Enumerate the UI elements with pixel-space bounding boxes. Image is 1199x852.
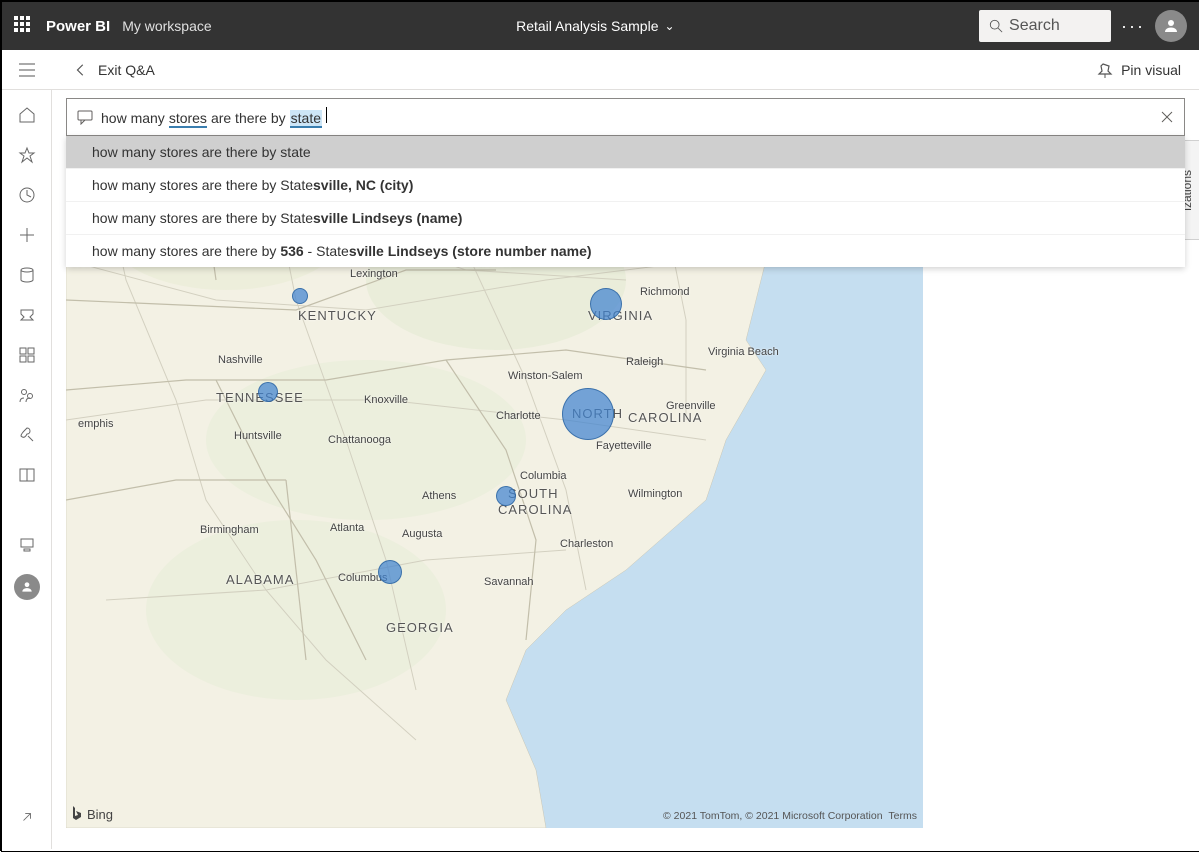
chevron-left-icon [74,63,88,77]
state-label: KENTUCKY [298,308,377,323]
qa-suggestion[interactable]: how many stores are there by Statesville… [66,201,1185,234]
city-label: Columbia [520,470,566,482]
data-bubble[interactable] [258,382,278,402]
action-bar: Exit Q&A Pin visual [2,50,1199,90]
clear-input-icon[interactable] [1160,110,1174,124]
city-label: Nashville [218,354,263,366]
apps-icon[interactable] [16,344,38,366]
more-options-icon[interactable]: ··· [1121,17,1145,35]
user-avatar[interactable] [1155,10,1187,42]
home-icon[interactable] [16,104,38,126]
report-title-switcher[interactable]: Retail Analysis Sample ⌄ [516,18,674,34]
qa-input-container: how many stores are there by state how m… [66,98,1185,267]
learn-icon[interactable] [16,464,38,486]
qa-suggestions-dropdown: how many stores are there by state how m… [66,136,1185,267]
global-search-input[interactable]: Search [979,10,1111,42]
search-icon [989,19,1003,33]
city-label: emphis [78,418,113,430]
favorites-icon[interactable] [16,144,38,166]
city-label: Atlanta [330,522,364,534]
pin-visual-label: Pin visual [1121,62,1181,78]
pin-icon [1097,62,1113,78]
city-label: Chattanooga [328,434,391,446]
search-placeholder: Search [1009,17,1060,35]
report-title: Retail Analysis Sample [516,18,658,34]
city-label: Wilmington [628,488,682,500]
city-label: Lexington [350,268,398,280]
brand-label: Power BI [46,18,110,35]
city-label: Fayetteville [596,440,652,452]
my-workspace-icon[interactable] [14,574,40,600]
city-label: Knoxville [364,394,408,406]
qa-text-stores: stores [169,110,207,128]
city-label: Athens [422,490,456,502]
city-label: Raleigh [626,356,663,368]
left-nav-rail [2,90,52,849]
exit-qa-button[interactable]: Exit Q&A [74,62,155,78]
city-label: Huntsville [234,430,282,442]
state-label: CAROLINA [628,410,702,425]
qa-text-state: state [290,110,322,128]
chevron-down-icon: ⌄ [665,19,675,33]
city-label: Virginia Beach [708,346,779,358]
workspaces-icon[interactable] [16,534,38,556]
city-label: Richmond [640,286,690,298]
nav-toggle-icon[interactable] [2,50,52,90]
qa-text-prefix: how many [101,110,165,126]
city-label: Charleston [560,538,613,550]
map-attribution: © 2021 TomTom, © 2021 Microsoft Corporat… [663,810,917,822]
recent-icon[interactable] [16,184,38,206]
city-label: Augusta [402,528,442,540]
deployment-icon[interactable] [16,424,38,446]
exit-qa-label: Exit Q&A [98,62,155,78]
chat-icon [77,109,93,125]
global-header: Power BI My workspace Retail Analysis Sa… [2,2,1199,50]
terms-link[interactable]: Terms [888,810,917,822]
qa-text-mid: are there by [211,110,286,126]
create-icon[interactable] [16,224,38,246]
qa-suggestion[interactable]: how many stores are there by Statesville… [66,168,1185,201]
app-launcher-icon[interactable] [14,16,34,36]
data-bubble[interactable] [496,486,516,506]
data-bubble[interactable] [562,388,614,440]
data-bubble[interactable] [292,288,308,304]
data-bubble[interactable] [590,288,622,320]
pin-visual-button[interactable]: Pin visual [1097,62,1181,78]
goals-icon[interactable] [16,304,38,326]
bing-logo: Bing [70,806,113,822]
text-cursor [326,107,327,123]
state-label: ALABAMA [226,572,294,587]
workspace-label[interactable]: My workspace [122,18,211,34]
bing-label: Bing [87,807,113,822]
city-label: Winston-Salem [508,370,583,382]
qa-suggestion[interactable]: how many stores are there by state [66,136,1185,168]
city-label: Greenville [666,400,716,412]
shared-icon[interactable] [16,384,38,406]
city-label: Charlotte [496,410,541,422]
qa-input[interactable]: how many stores are there by state [66,98,1185,136]
state-label: GEORGIA [386,620,454,635]
data-bubble[interactable] [378,560,402,584]
get-data-icon[interactable] [20,810,34,829]
qa-suggestion[interactable]: how many stores are there by 536 - State… [66,234,1185,267]
city-label: Birmingham [200,524,259,536]
city-label: Savannah [484,576,534,588]
datasets-icon[interactable] [16,264,38,286]
